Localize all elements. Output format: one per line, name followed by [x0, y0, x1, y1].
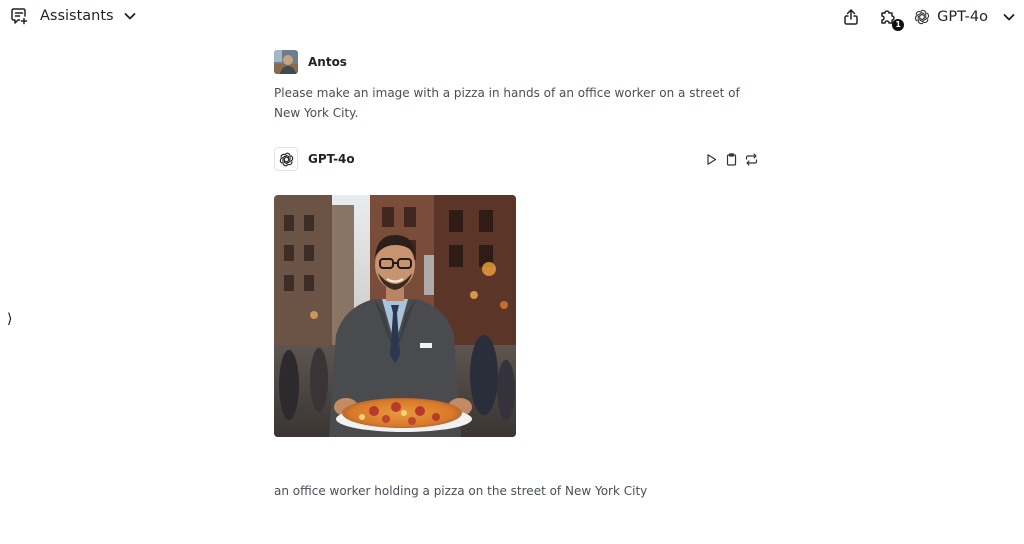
- share-icon: [844, 9, 858, 25]
- user-message-text: Please make an image with a pizza in han…: [274, 86, 740, 120]
- share-button[interactable]: [840, 6, 862, 28]
- assistant-message: GPT-4o: [274, 147, 764, 171]
- play-icon[interactable]: [705, 153, 718, 166]
- chevron-down-icon[interactable]: [123, 9, 137, 23]
- clipboard-icon[interactable]: [725, 152, 738, 166]
- plugin-count-badge: 1: [892, 19, 905, 31]
- model-selector[interactable]: GPT-4o: [913, 8, 1016, 26]
- message-actions: [705, 152, 758, 166]
- openai-logo-icon: [274, 147, 298, 171]
- new-chat-icon[interactable]: [10, 7, 28, 25]
- generated-image[interactable]: [274, 195, 516, 437]
- chevron-down-icon[interactable]: [1002, 10, 1016, 24]
- plugins-button[interactable]: 1: [877, 6, 905, 31]
- regenerate-icon[interactable]: [745, 152, 758, 166]
- message-author: GPT-4o: [308, 152, 355, 166]
- openai-logo-icon: [913, 8, 931, 26]
- sidebar-expand-toggle[interactable]: ⟩: [7, 311, 17, 327]
- avatar: [274, 50, 298, 74]
- image-caption: an office worker holding a pizza on the …: [274, 484, 648, 498]
- assistants-menu[interactable]: Assistants: [10, 7, 137, 25]
- message-author: Antos: [308, 55, 347, 69]
- assistants-label[interactable]: Assistants: [40, 8, 114, 24]
- user-message: Antos: [274, 50, 764, 74]
- model-name[interactable]: GPT-4o: [937, 9, 988, 25]
- top-bar: Assistants 1 GPT-4o: [0, 0, 1024, 34]
